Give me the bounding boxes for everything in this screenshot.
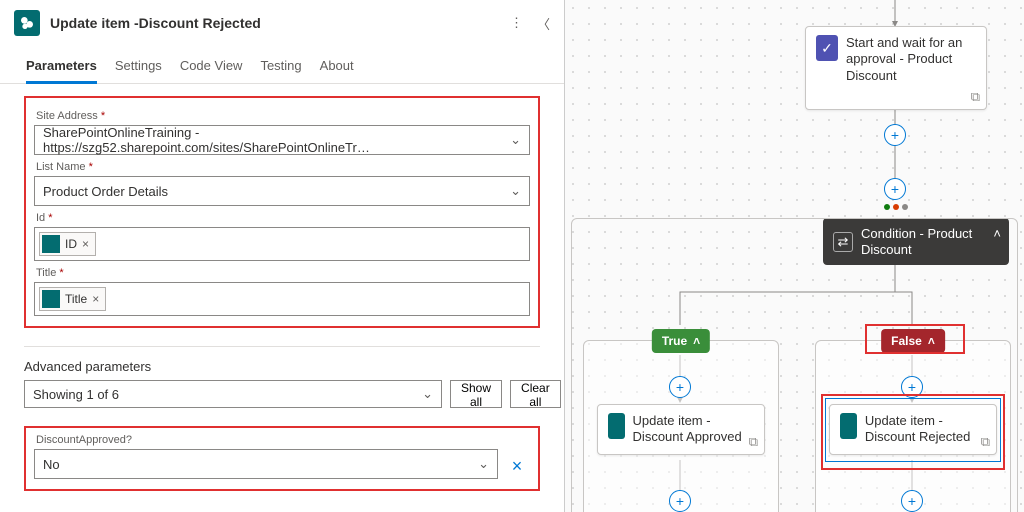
chevron-down-icon: ⌄: [510, 183, 521, 199]
show-all-button[interactable]: Show all: [450, 380, 502, 408]
true-header[interactable]: True ˄: [652, 329, 710, 353]
discount-value: No: [43, 457, 60, 472]
chevron-up-icon: ˄: [928, 334, 935, 348]
divider: [24, 346, 540, 347]
advanced-showing-value: Showing 1 of 6: [33, 387, 119, 402]
false-action-card[interactable]: Update item - Discount Rejected ⧉: [829, 404, 997, 455]
id-input[interactable]: ID ×: [34, 227, 530, 261]
advanced-row: Showing 1 of 6 ⌄ Show all Clear all: [24, 380, 540, 408]
more-icon[interactable]: ⋮: [510, 15, 523, 31]
chevron-down-icon: ⌄: [510, 132, 521, 148]
list-name-select[interactable]: Product Order Details ⌄: [34, 176, 530, 206]
approval-card-title: Start and wait for an approval - Product…: [846, 35, 976, 84]
tab-codeview[interactable]: Code View: [180, 50, 243, 83]
approval-card[interactable]: ✓ Start and wait for an approval - Produ…: [805, 26, 987, 110]
tab-settings[interactable]: Settings: [115, 50, 162, 83]
add-step-button[interactable]: +: [884, 124, 906, 146]
status-dots: [884, 204, 908, 210]
add-step-button[interactable]: +: [901, 376, 923, 398]
sharepoint-icon: [608, 413, 625, 439]
false-header[interactable]: False ˄: [881, 329, 945, 353]
site-address-select[interactable]: SharePointOnlineTraining - https://szg52…: [34, 125, 530, 155]
remove-token-icon[interactable]: ×: [92, 292, 99, 306]
add-step-button[interactable]: +: [669, 490, 691, 512]
chevron-down-icon: ⌄: [478, 456, 489, 472]
link-icon: ⧉: [971, 89, 980, 105]
discount-label: DiscountApproved?: [36, 434, 530, 446]
panel-title: Update item -Discount Rejected: [50, 15, 500, 31]
sharepoint-icon: [42, 290, 60, 308]
remove-token-icon[interactable]: ×: [82, 237, 89, 251]
tab-testing[interactable]: Testing: [260, 50, 301, 83]
advanced-heading: Advanced parameters: [24, 359, 540, 374]
link-icon: ⧉: [749, 434, 758, 450]
id-label: Id *: [36, 212, 530, 224]
discount-select[interactable]: No ⌄: [34, 449, 498, 479]
sharepoint-icon: [840, 413, 857, 439]
panel-header: Update item -Discount Rejected ⋮ 〈: [0, 0, 564, 50]
chevron-down-icon: ⌄: [422, 386, 433, 402]
chevron-up-icon: ˄: [693, 334, 700, 348]
panel-body: Site Address * SharePointOnlineTraining …: [0, 84, 564, 509]
sharepoint-icon: [14, 10, 40, 36]
properties-panel: Update item -Discount Rejected ⋮ 〈 Param…: [0, 0, 565, 512]
list-name-value: Product Order Details: [43, 184, 168, 199]
site-address-label: Site Address *: [36, 110, 530, 122]
advanced-showing-select[interactable]: Showing 1 of 6 ⌄: [24, 380, 442, 408]
title-token[interactable]: Title ×: [39, 287, 106, 311]
tab-parameters[interactable]: Parameters: [26, 50, 97, 83]
clear-discount-button[interactable]: ×: [504, 453, 530, 479]
true-action-card[interactable]: Update item - Discount Approved ⧉: [597, 404, 765, 455]
link-icon: ⧉: [981, 434, 990, 450]
collapse-icon[interactable]: 〈: [537, 14, 550, 33]
false-card-title: Update item - Discount Rejected: [865, 413, 986, 446]
site-address-value: SharePointOnlineTraining - https://szg52…: [43, 125, 510, 155]
sharepoint-icon: [42, 235, 60, 253]
tabs: Parameters Settings Code View Testing Ab…: [0, 50, 564, 84]
flow-canvas[interactable]: ✓ Start and wait for an approval - Produ…: [565, 0, 1024, 512]
add-step-button[interactable]: +: [884, 178, 906, 200]
approvals-icon: ✓: [816, 35, 838, 61]
add-step-button[interactable]: +: [669, 376, 691, 398]
main-params-highlight: Site Address * SharePointOnlineTraining …: [24, 96, 540, 328]
title-label: Title *: [36, 267, 530, 279]
clear-all-button[interactable]: Clear all: [510, 380, 561, 408]
true-card-title: Update item - Discount Approved: [633, 413, 754, 446]
add-step-button[interactable]: +: [901, 490, 923, 512]
discount-highlight: DiscountApproved? No ⌄ ×: [24, 426, 540, 491]
list-name-label: List Name *: [36, 161, 530, 173]
tab-about[interactable]: About: [320, 50, 354, 83]
title-input[interactable]: Title ×: [34, 282, 530, 316]
id-token[interactable]: ID ×: [39, 232, 96, 256]
